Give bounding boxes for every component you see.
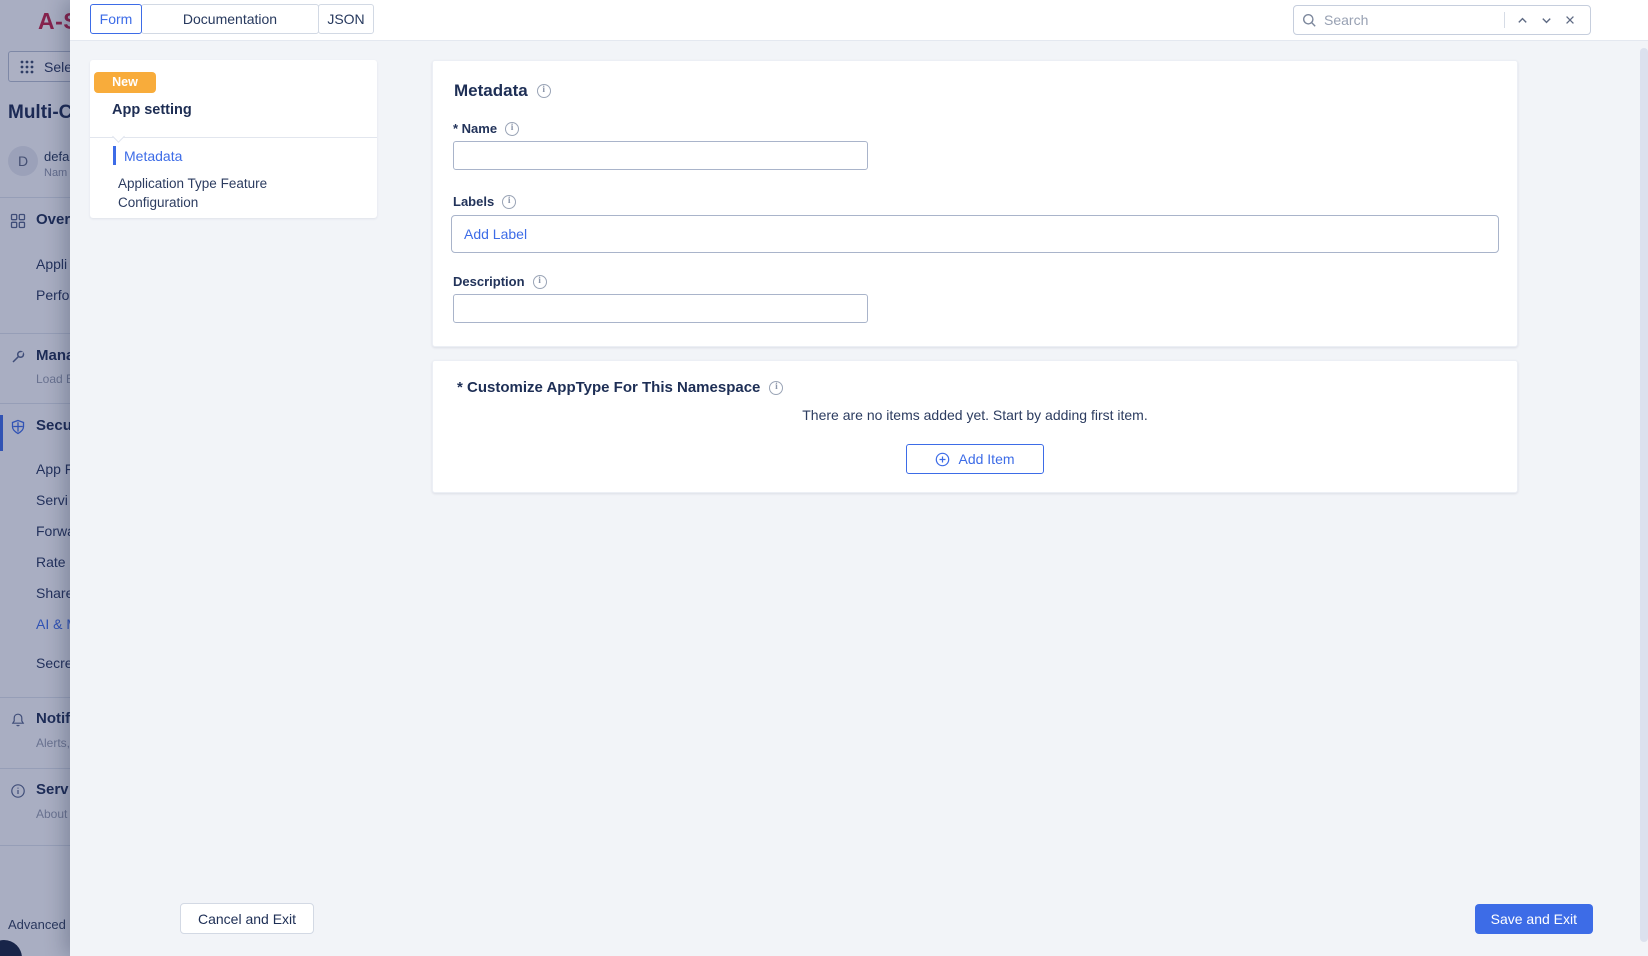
name-input[interactable] xyxy=(453,141,868,170)
info-icon[interactable] xyxy=(502,195,516,209)
metadata-card-title: Metadata xyxy=(454,81,528,101)
view-tabs: Form Documentation JSON xyxy=(90,4,374,34)
labels-box: Add Label xyxy=(451,215,1499,253)
description-input[interactable] xyxy=(453,294,868,323)
tab-documentation[interactable]: Documentation xyxy=(141,4,319,34)
name-field-label: * Name xyxy=(453,121,497,136)
drawer-body: New App setting Metadata Application Typ… xyxy=(70,41,1648,956)
settings-drawer: Form Documentation JSON xyxy=(70,0,1648,956)
info-icon[interactable] xyxy=(533,275,547,289)
divider xyxy=(90,137,377,138)
search-close-button[interactable] xyxy=(1558,8,1582,32)
add-item-label: Add Item xyxy=(958,451,1014,467)
search-box xyxy=(1293,5,1591,35)
tab-json[interactable]: JSON xyxy=(318,4,374,34)
active-step-indicator xyxy=(113,146,116,165)
cancel-and-exit-button[interactable]: Cancel and Exit xyxy=(180,903,314,934)
add-item-button[interactable]: Add Item xyxy=(906,444,1044,474)
customize-apptype-card: * Customize AppType For This Namespace T… xyxy=(432,360,1518,493)
labels-field-label: Labels xyxy=(453,194,494,209)
step-item-label: Metadata xyxy=(124,148,182,164)
screen: A-S Selec Multi-C D defa Nam Over Appli … xyxy=(0,0,1648,956)
step-item-apptype-config[interactable]: Application Type Feature Configuration xyxy=(118,174,350,212)
customize-card-title: * Customize AppType For This Namespace xyxy=(457,379,760,396)
empty-state-text: There are no items added yet. Start by a… xyxy=(433,407,1517,423)
steps-panel-title: App setting xyxy=(112,102,192,118)
search-next-button[interactable] xyxy=(1534,8,1558,32)
metadata-card: Metadata * Name Labels Add Label Descrip… xyxy=(432,60,1518,347)
drawer-topbar: Form Documentation JSON xyxy=(70,0,1648,41)
new-badge: New xyxy=(94,72,156,93)
info-icon[interactable] xyxy=(537,84,551,98)
search-prev-button[interactable] xyxy=(1510,8,1534,32)
step-item-metadata[interactable]: Metadata xyxy=(113,146,182,165)
tab-form[interactable]: Form xyxy=(90,4,142,34)
description-field-label: Description xyxy=(453,274,525,289)
divider-notch xyxy=(112,130,125,143)
info-icon[interactable] xyxy=(505,122,519,136)
divider xyxy=(1504,12,1505,28)
search-input[interactable] xyxy=(1324,12,1499,28)
add-label-button[interactable]: Add Label xyxy=(464,226,527,242)
info-icon[interactable] xyxy=(769,381,783,395)
save-and-exit-button[interactable]: Save and Exit xyxy=(1475,904,1593,934)
steps-panel: New App setting Metadata Application Typ… xyxy=(90,60,377,218)
search-icon xyxy=(1302,13,1317,28)
scrollbar-thumb[interactable] xyxy=(1640,48,1648,942)
plus-circle-icon xyxy=(935,452,950,467)
